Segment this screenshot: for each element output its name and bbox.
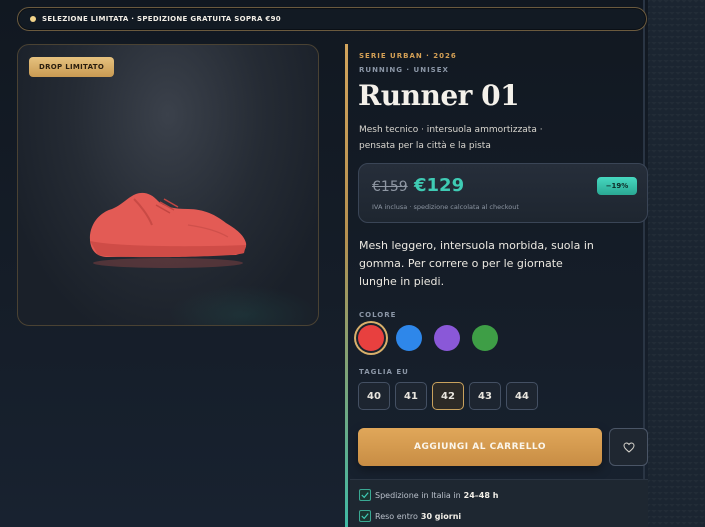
old-price: €159 <box>372 179 408 195</box>
size-label: TAGLIA EU <box>359 368 409 376</box>
color-label: COLORE <box>359 311 397 319</box>
size-option[interactable]: 41 <box>395 382 427 410</box>
product-image-card: DROP LIMITATO <box>17 44 319 326</box>
discount-badge: −19% <box>597 177 637 195</box>
accent-divider <box>345 44 348 527</box>
category-label: RUNNING · UNISEX <box>359 66 449 74</box>
return-row: Reso entro 30 giorni <box>359 510 461 522</box>
current-price: €129 <box>414 175 465 196</box>
collection-label: SERIE URBAN · 2026 <box>359 52 457 60</box>
color-swatch-purple[interactable] <box>434 325 460 351</box>
return-text: Reso entro <box>375 511 418 521</box>
size-option[interactable]: 44 <box>506 382 538 410</box>
product-description: Mesh leggero, intersuola morbida, suola … <box>359 239 594 288</box>
announcement-text: SELEZIONE LIMITATA · SPEDIZIONE GRATUITA… <box>42 15 281 23</box>
bullet-dot-icon <box>30 16 36 22</box>
shipping-time: 24–48 h <box>463 490 499 500</box>
add-to-cart-button[interactable]: AGGIUNGI AL CARRELLO <box>358 428 602 466</box>
drop-badge: DROP LIMITATO <box>29 57 115 77</box>
color-swatch-blue[interactable] <box>396 325 422 351</box>
price-note: IVA inclusa · spedizione calcolata al ch… <box>372 203 519 211</box>
right-background-strip <box>648 0 705 527</box>
size-option-selected[interactable]: 42 <box>432 382 464 410</box>
shipping-row: Spedizione in Italia in 24–48 h <box>359 489 498 501</box>
check-icon <box>359 510 371 522</box>
price-box: €159 €129 IVA inclusa · spedizione calco… <box>358 163 648 223</box>
product-short-description: Mesh tecnico · intersuola ammortizzata ·… <box>359 125 543 151</box>
return-period: 30 giorni <box>420 511 462 521</box>
color-swatch-red[interactable] <box>358 325 384 351</box>
check-icon <box>359 489 371 501</box>
product-title: Runner 01 <box>358 79 520 112</box>
heart-icon <box>622 441 635 453</box>
sneaker-image <box>89 192 247 268</box>
color-swatch-green[interactable] <box>472 325 498 351</box>
wishlist-button[interactable] <box>609 428 648 466</box>
shipping-text: Spedizione in Italia in <box>375 490 461 500</box>
size-option[interactable]: 43 <box>469 382 501 410</box>
announcement-bar: SELEZIONE LIMITATA · SPEDIZIONE GRATUITA… <box>17 7 647 31</box>
size-option[interactable]: 40 <box>358 382 390 410</box>
